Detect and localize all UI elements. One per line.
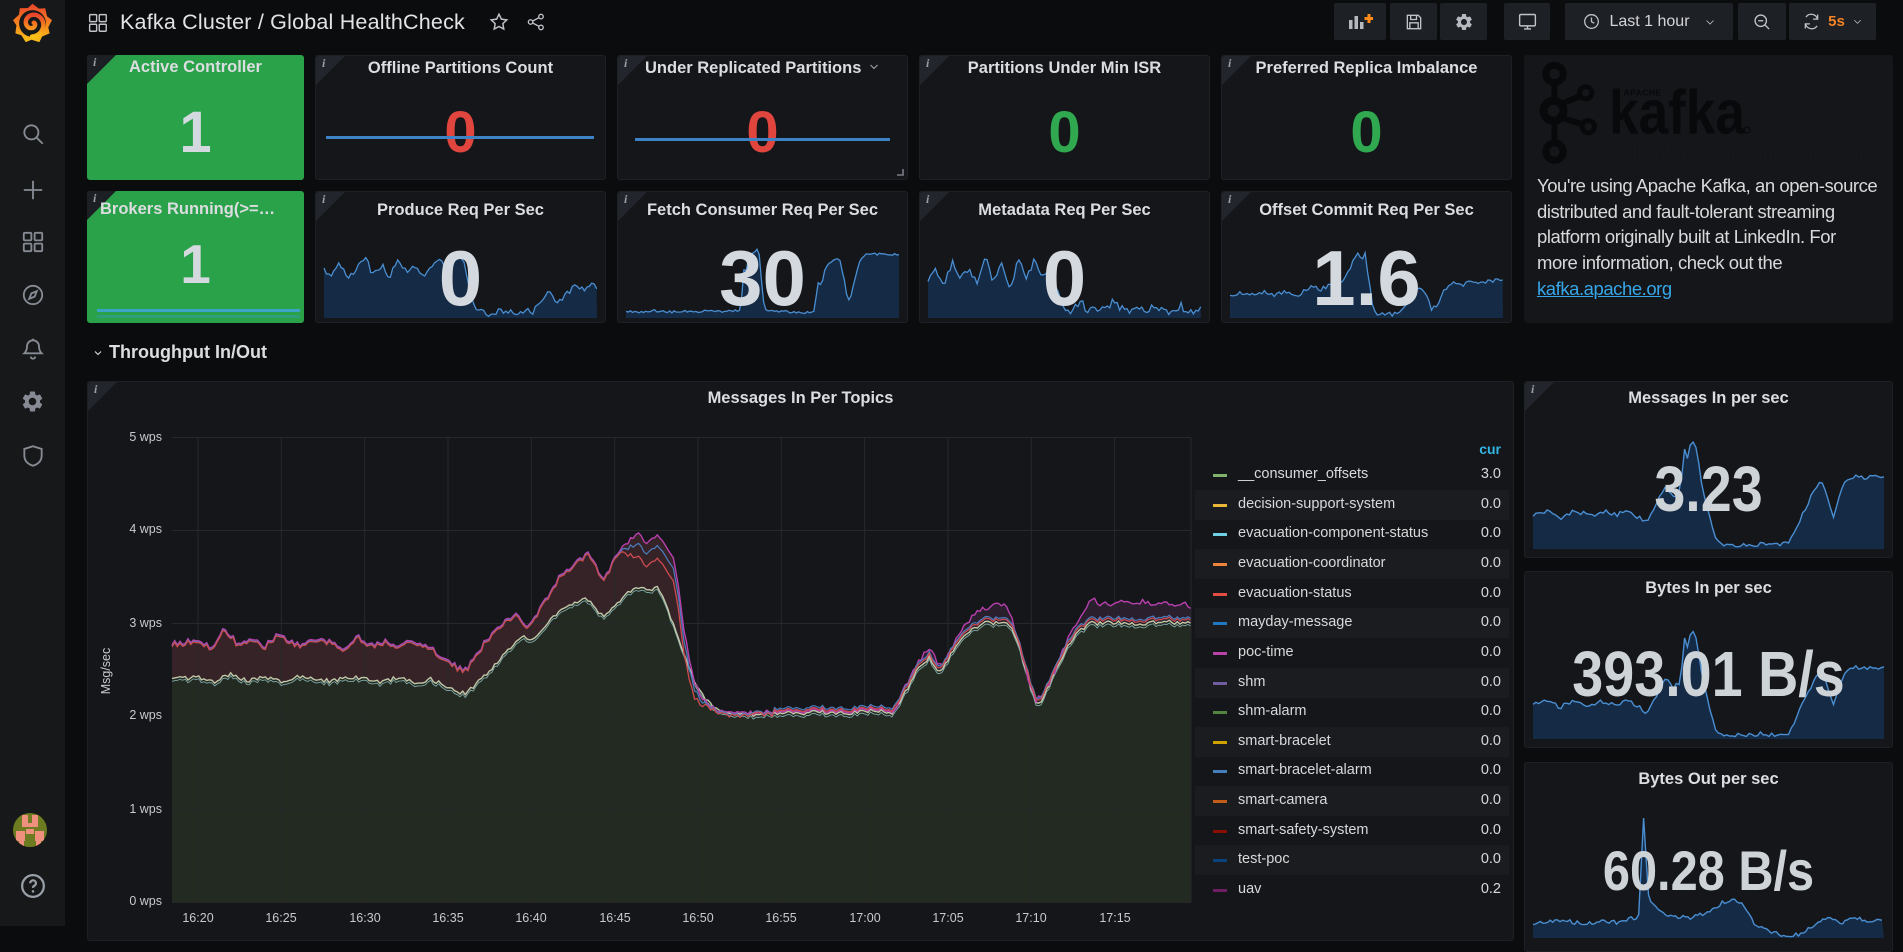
- svg-text:kafka: kafka: [1609, 79, 1745, 148]
- svg-text:A distributed streaming platfo: A distributed streaming platform: [1611, 142, 1870, 164]
